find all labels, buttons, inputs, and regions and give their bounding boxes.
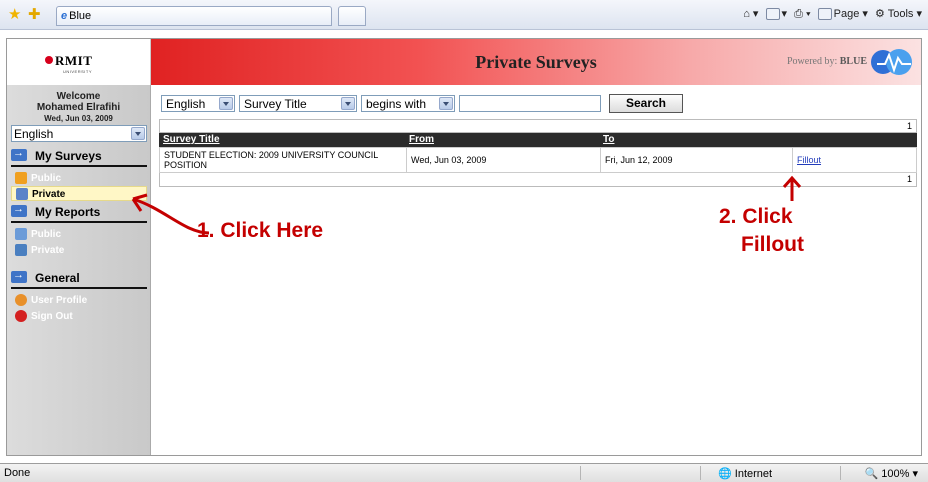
step2-annotation-line1: 2. Click (719, 205, 793, 228)
private-report-icon (15, 244, 27, 256)
step1-annotation: 1. Click Here (197, 219, 324, 242)
rmit-logo[interactable]: RMIT (45, 53, 92, 69)
section-general: General (11, 269, 147, 289)
main-content: English Survey Title begins with Search … (151, 85, 921, 455)
home-icon[interactable]: ⌂ ▾ (743, 8, 758, 20)
browser-tab-active[interactable]: e Blue (56, 6, 332, 26)
add-favorites-icon[interactable]: ✚ (28, 7, 41, 22)
new-tab-button[interactable] (338, 6, 366, 26)
column-to[interactable]: To (603, 134, 614, 145)
user-name: Mohamed Elrafihi (36, 102, 121, 113)
status-divider (840, 466, 841, 480)
surveys-table: 1 Survey Title From To STUDENT ELECTION:… (159, 119, 917, 187)
page-menu[interactable]: Page ▾ (817, 8, 868, 21)
private-survey-icon (16, 188, 28, 200)
chevron-down-icon[interactable] (219, 97, 233, 110)
row-from-date: Wed, Jun 03, 2009 (406, 148, 600, 172)
chevron-down-icon[interactable] (341, 97, 355, 110)
header-banner: Private Surveys Powered by: BLUE (151, 39, 921, 85)
sidebar: Welcome Mohamed Elrafihi Wed, Jun 03, 20… (7, 85, 151, 455)
powered-by: Powered by: BLUE (786, 56, 867, 67)
browser-status-bar: Done 🌐 Internet 🔍 100% ▾ (0, 463, 928, 482)
arrow-right-icon (11, 147, 27, 161)
status-divider (580, 466, 581, 480)
table-row: STUDENT ELECTION: 2009 UNIVERSITY COUNCI… (159, 147, 917, 173)
search-operator-select[interactable]: begins with (361, 95, 455, 112)
sign-out-icon (15, 310, 27, 322)
sidebar-item-reports-private[interactable]: Private (11, 243, 147, 258)
logo-area: RMIT UNIVERSITY (7, 39, 151, 85)
search-field-select[interactable]: Survey Title (239, 95, 357, 112)
language-select[interactable]: English (161, 95, 235, 112)
arrow-right-icon (11, 203, 27, 217)
welcome-label: Welcome (56, 91, 101, 102)
browser-tab-title: Blue (69, 10, 92, 22)
page-count-bottom: 1 (159, 173, 917, 187)
security-zone[interactable]: 🌐 Internet (718, 467, 772, 480)
sidebar-item-sign-out[interactable]: Sign Out (11, 309, 147, 324)
fillout-link[interactable]: Fillout (797, 155, 821, 165)
row-action-cell: Fillout (792, 148, 916, 172)
row-survey-title: STUDENT ELECTION: 2009 UNIVERSITY COUNCI… (164, 150, 378, 170)
rmit-logo-icon (45, 56, 53, 64)
browser-toolbar: ★ ✚ e Blue ⌂ ▾ ▾ ⎙ ▾ Page ▾ ⚙ Tools ▾ (0, 0, 928, 30)
step2-arrow-icon (782, 175, 802, 201)
feeds-icon[interactable]: ▾ (765, 8, 787, 21)
sidebar-item-user-profile[interactable]: User Profile (11, 293, 147, 308)
status-text: Done (4, 467, 31, 479)
search-input[interactable] (459, 95, 601, 112)
table-header: Survey Title From To (159, 133, 917, 147)
ie-logo-icon: e (61, 10, 68, 22)
current-date: Wed, Jun 03, 2009 (44, 114, 113, 123)
chevron-down-icon[interactable] (439, 97, 453, 110)
column-survey-title[interactable]: Survey Title (163, 134, 220, 145)
zoom-level[interactable]: 🔍 100% ▾ (865, 467, 918, 480)
print-icon[interactable]: ⎙ ▾ (794, 8, 810, 20)
blue-logo-icon (871, 49, 912, 75)
row-to-date: Fri, Jun 12, 2009 (600, 148, 792, 172)
page-frame: RMIT UNIVERSITY Private Surveys Powered … (6, 38, 922, 456)
chevron-down-icon[interactable] (131, 127, 145, 140)
rmit-logo-subtext: UNIVERSITY (63, 69, 93, 74)
public-survey-icon (15, 172, 27, 184)
status-divider (700, 466, 701, 480)
page-count-top: 1 (159, 119, 917, 133)
welcome-block: Welcome Mohamed Elrafihi Wed, Jun 03, 20… (7, 85, 150, 124)
favorites-star-icon[interactable]: ★ (8, 7, 21, 22)
sidebar-item-surveys-public[interactable]: Public (11, 171, 147, 186)
step2-annotation-line2: Fillout (741, 233, 804, 256)
public-report-icon (15, 228, 27, 240)
user-profile-icon (15, 294, 27, 306)
arrow-right-icon (11, 269, 27, 283)
section-my-surveys: My Surveys (11, 147, 147, 167)
command-bar: ⌂ ▾ ▾ ⎙ ▾ Page ▾ ⚙ Tools ▾ (739, 7, 922, 21)
search-button[interactable]: Search (609, 94, 683, 113)
column-from[interactable]: From (409, 134, 434, 145)
sidebar-language-select[interactable]: English (11, 125, 147, 142)
tools-menu[interactable]: ⚙ Tools ▾ (875, 8, 922, 20)
